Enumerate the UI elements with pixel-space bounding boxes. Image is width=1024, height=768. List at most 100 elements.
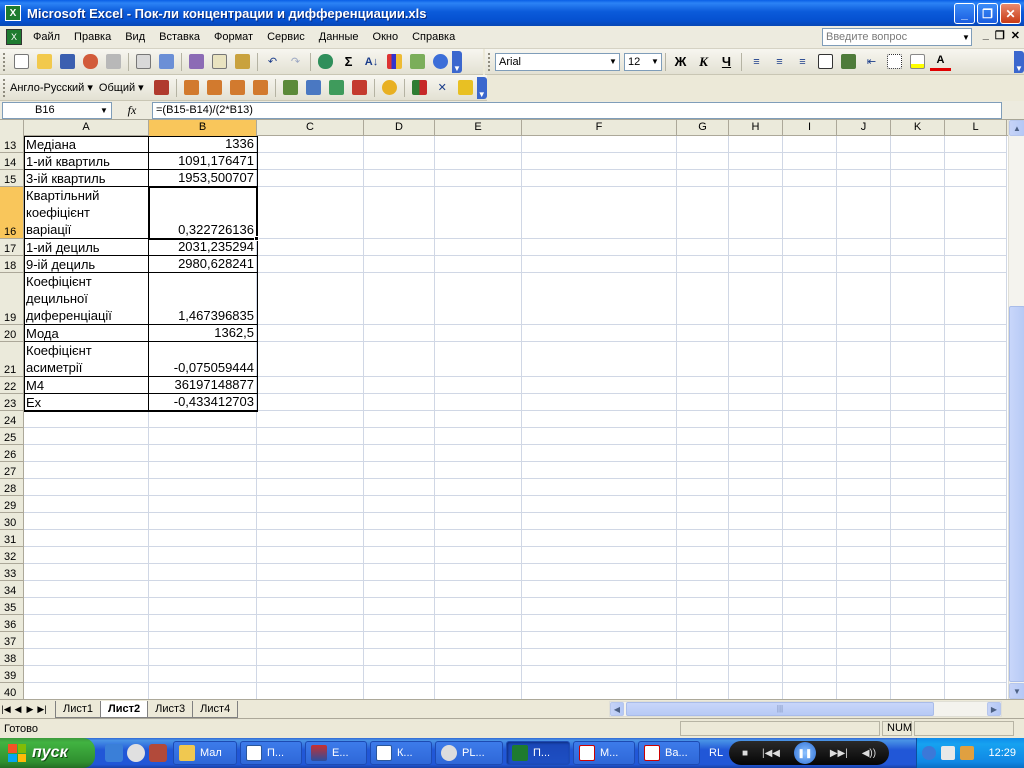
workbook-icon[interactable]: X [6, 29, 22, 45]
cell-b13[interactable]: 1336 [149, 136, 257, 153]
column-header-d[interactable]: D [364, 120, 435, 136]
cell-f19[interactable] [522, 273, 677, 325]
cell-g35[interactable] [677, 598, 729, 615]
menu-data[interactable]: Данные [312, 27, 366, 47]
cell-b39[interactable] [149, 666, 257, 683]
cell-g19[interactable] [677, 273, 729, 325]
cell-i24[interactable] [783, 411, 837, 428]
cell-b19[interactable]: 1,467396835 [149, 273, 257, 325]
cell-h20[interactable] [729, 325, 783, 342]
font-size-select[interactable]: 12 ▼ [624, 52, 662, 71]
cell-j36[interactable] [837, 615, 891, 632]
permission-icon[interactable] [80, 51, 101, 72]
cell-f24[interactable] [522, 411, 677, 428]
cell-l31[interactable] [945, 530, 1007, 547]
translate-range-icon[interactable] [204, 77, 225, 98]
column-header-k[interactable]: K [891, 120, 945, 136]
cell-b22[interactable]: 36197148877 [149, 377, 257, 394]
cell-i30[interactable] [783, 513, 837, 530]
open-folder-icon[interactable] [34, 51, 55, 72]
cell-e24[interactable] [435, 411, 522, 428]
cell-k33[interactable] [891, 564, 945, 581]
menu-edit[interactable]: Правка [67, 27, 118, 47]
cell-a37[interactable] [24, 632, 149, 649]
taskbar-item[interactable]: К... [370, 741, 432, 765]
cell-c14[interactable] [257, 153, 364, 170]
column-header-i[interactable]: I [783, 120, 837, 136]
cell-g27[interactable] [677, 462, 729, 479]
cell-a39[interactable] [24, 666, 149, 683]
cell-d27[interactable] [364, 462, 435, 479]
name-box[interactable]: B16 ▼ [2, 101, 112, 119]
cell-e37[interactable] [435, 632, 522, 649]
translate-book-icon[interactable] [227, 77, 248, 98]
row-header[interactable]: 17 [0, 239, 24, 256]
cell-h18[interactable] [729, 256, 783, 273]
menu-format[interactable]: Формат [207, 27, 260, 47]
cell-d32[interactable] [364, 547, 435, 564]
cell-l24[interactable] [945, 411, 1007, 428]
cell-i26[interactable] [783, 445, 837, 462]
cell-f20[interactable] [522, 325, 677, 342]
scroll-right-icon[interactable]: ▶ [987, 702, 1001, 716]
cell-k23[interactable] [891, 394, 945, 411]
last-sheet-icon[interactable]: ▶| [36, 704, 48, 715]
cell-h39[interactable] [729, 666, 783, 683]
cell-b30[interactable] [149, 513, 257, 530]
row-header[interactable]: 32 [0, 547, 24, 564]
cell-d25[interactable] [364, 428, 435, 445]
row-header[interactable]: 29 [0, 496, 24, 513]
cell-b37[interactable] [149, 632, 257, 649]
cell-a20[interactable]: Мода [24, 325, 149, 342]
cell-i29[interactable] [783, 496, 837, 513]
cell-g37[interactable] [677, 632, 729, 649]
cell-c24[interactable] [257, 411, 364, 428]
cell-j21[interactable] [837, 342, 891, 377]
cell-k16[interactable] [891, 187, 945, 239]
cell-c20[interactable] [257, 325, 364, 342]
cell-j25[interactable] [837, 428, 891, 445]
toolbar-grip[interactable] [3, 52, 6, 71]
cell-j15[interactable] [837, 170, 891, 187]
cell-j22[interactable] [837, 377, 891, 394]
row-header[interactable]: 24 [0, 411, 24, 428]
cell-j37[interactable] [837, 632, 891, 649]
dictionary-icon[interactable] [280, 77, 301, 98]
books-icon[interactable] [409, 77, 430, 98]
cell-d23[interactable] [364, 394, 435, 411]
cell-d37[interactable] [364, 632, 435, 649]
cell-b24[interactable] [149, 411, 257, 428]
underline-button[interactable]: Ч [716, 51, 737, 72]
cell-f32[interactable] [522, 547, 677, 564]
font-name-select[interactable]: Arial ▼ [495, 52, 620, 71]
cell-a38[interactable] [24, 649, 149, 666]
help-icon[interactable] [430, 51, 451, 72]
cell-l37[interactable] [945, 632, 1007, 649]
cell-a17[interactable]: 1-ий дециль [24, 239, 149, 256]
cell-b35[interactable] [149, 598, 257, 615]
cell-j14[interactable] [837, 153, 891, 170]
cell-h19[interactable] [729, 273, 783, 325]
cell-e30[interactable] [435, 513, 522, 530]
cell-j24[interactable] [837, 411, 891, 428]
fill-color-icon[interactable] [907, 51, 928, 72]
cell-c25[interactable] [257, 428, 364, 445]
cell-e15[interactable] [435, 170, 522, 187]
cell-i27[interactable] [783, 462, 837, 479]
taskbar-item[interactable]: П... [240, 741, 302, 765]
cell-l27[interactable] [945, 462, 1007, 479]
cell-h27[interactable] [729, 462, 783, 479]
cell-i39[interactable] [783, 666, 837, 683]
cell-c22[interactable] [257, 377, 364, 394]
next-track-icon[interactable]: ▶▶| [830, 748, 848, 759]
cell-d22[interactable] [364, 377, 435, 394]
menu-help[interactable]: Справка [405, 27, 462, 47]
cell-d19[interactable] [364, 273, 435, 325]
cell-l20[interactable] [945, 325, 1007, 342]
cell-j23[interactable] [837, 394, 891, 411]
cell-b21[interactable]: -0,075059444 [149, 342, 257, 377]
cell-d17[interactable] [364, 239, 435, 256]
cell-d26[interactable] [364, 445, 435, 462]
cell-b20[interactable]: 1362,5 [149, 325, 257, 342]
cell-g31[interactable] [677, 530, 729, 547]
